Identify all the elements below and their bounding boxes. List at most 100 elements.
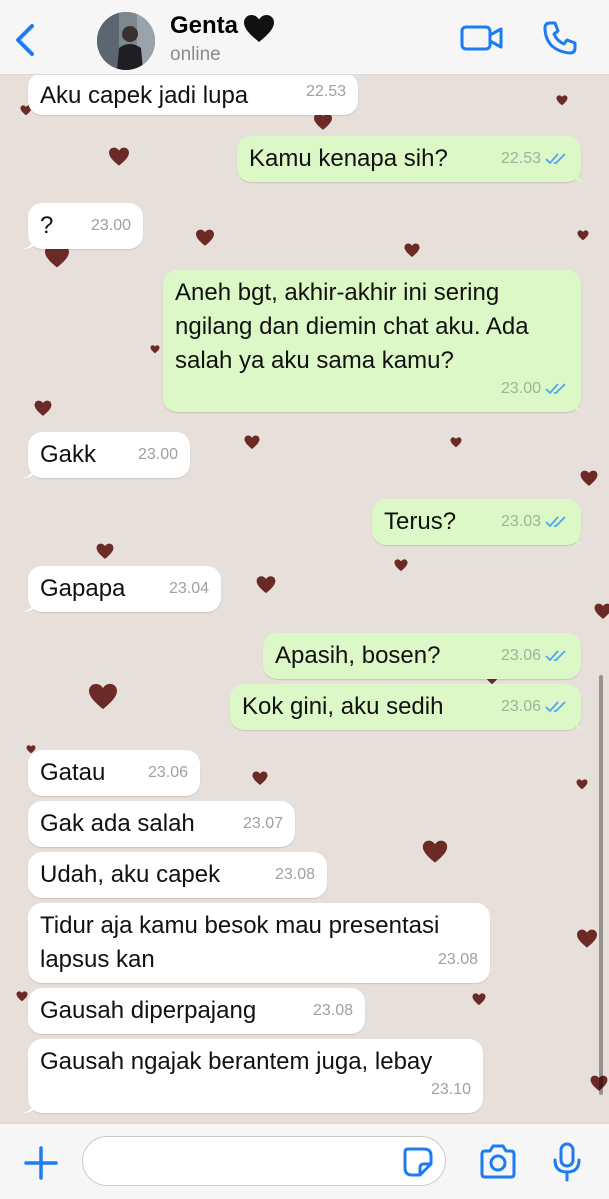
wallpaper-heart-icon [150, 345, 160, 354]
message-text: Tidur aja kamu besok mau presentasi laps… [40, 912, 440, 973]
chat-scrollbar[interactable] [599, 675, 603, 1095]
chat-message-list[interactable]: Aku capek jadi lupa 22.53 Kamu kenapa si… [0, 75, 609, 1123]
wallpaper-heart-icon [556, 95, 568, 106]
contact-avatar[interactable] [97, 12, 155, 70]
wallpaper-heart-icon [422, 840, 448, 863]
read-ticks-icon [545, 516, 566, 528]
wallpaper-heart-icon [576, 779, 588, 790]
message-time: 22.53 [500, 150, 541, 167]
bubble-tail [22, 1097, 36, 1113]
message-meta: 23.00 [138, 438, 178, 472]
message-time: 23.06 [147, 764, 188, 781]
message-time: 22.53 [305, 83, 346, 100]
wallpaper-heart-icon [256, 576, 276, 594]
bubble-tail [573, 396, 587, 412]
wallpaper-heart-icon [109, 147, 129, 166]
message-bubble-outgoing[interactable]: Kok gini, aku sedih 23.06 [230, 684, 587, 730]
message-time: 23.03 [500, 513, 541, 530]
message-meta: 22.53 [306, 75, 346, 109]
wallpaper-heart-icon [580, 470, 598, 486]
message-time: 23.08 [312, 1002, 353, 1019]
bubble-tail [573, 529, 587, 545]
bubble-tail [573, 166, 587, 182]
message-time: 23.04 [168, 580, 209, 597]
contact-name[interactable]: Genta [170, 12, 238, 40]
message-bubble-incoming[interactable]: Gatau 23.06 [28, 750, 200, 796]
bubble-tail [22, 596, 36, 612]
message-bubble-incoming[interactable]: Gak ada salah 23.07 [28, 801, 295, 847]
plus-icon[interactable] [22, 1144, 60, 1182]
message-time: 23.00 [500, 380, 541, 397]
wallpaper-heart-icon [252, 771, 268, 785]
bubble-tail [573, 714, 587, 730]
message-text: Aku capek jadi lupa [40, 82, 249, 109]
read-ticks-icon [545, 383, 566, 395]
message-bubble-incoming[interactable]: Gausah ngajak berantem juga, lebay 23.10 [22, 1039, 483, 1113]
message-time: 23.00 [90, 217, 131, 234]
message-time: 23.06 [500, 647, 541, 664]
bubble-tail [22, 233, 36, 249]
wallpaper-heart-icon [472, 993, 486, 1006]
message-bubble-outgoing[interactable]: Apasih, bosen? 23.06 [263, 633, 581, 679]
message-input[interactable] [82, 1136, 446, 1186]
message-bubble-outgoing[interactable]: Aneh bgt, akhir-akhir ini sering ngilang… [163, 270, 587, 412]
message-meta: 22.53 [501, 142, 569, 176]
wallpaper-heart-icon [96, 543, 114, 559]
camera-icon[interactable] [478, 1144, 518, 1180]
message-meta: 23.06 [501, 639, 569, 673]
message-text: Gausah diperpajang [40, 997, 257, 1024]
wallpaper-heart-icon [594, 603, 609, 619]
message-meta: 23.00 [91, 209, 131, 243]
message-meta: 23.04 [169, 572, 209, 606]
message-meta: 23.08 [438, 943, 478, 977]
wallpaper-heart-icon [404, 243, 420, 257]
message-text: Aneh bgt, akhir-akhir ini sering ngilang… [175, 279, 529, 374]
chat-header: Genta online [0, 0, 609, 75]
message-time: 23.07 [242, 815, 283, 832]
message-meta: 23.03 [501, 505, 569, 539]
sticker-icon[interactable] [402, 1146, 434, 1178]
message-text: Gausah ngajak berantem juga, lebay [40, 1048, 433, 1075]
back-chevron-icon[interactable] [12, 22, 40, 58]
message-time: 23.06 [500, 698, 541, 715]
wallpaper-heart-icon [244, 435, 260, 449]
message-meta: 23.08 [313, 994, 353, 1028]
composer-bar [0, 1123, 609, 1199]
bubble-tail [22, 462, 36, 478]
video-call-icon[interactable] [460, 22, 504, 54]
message-bubble-incoming[interactable]: ? 23.00 [22, 203, 143, 249]
message-meta: 23.06 [501, 690, 569, 724]
message-meta: 23.10 [431, 1073, 471, 1107]
read-ticks-icon [545, 701, 566, 713]
black-heart-icon [244, 15, 274, 42]
message-bubble-outgoing[interactable]: Kamu kenapa sih? 22.53 [237, 136, 587, 182]
message-bubble-incoming[interactable]: Gausah diperpajang 23.08 [28, 988, 365, 1034]
wallpaper-heart-icon [16, 991, 28, 1002]
wallpaper-heart-icon [89, 683, 117, 710]
message-bubble-incoming[interactable]: Gakk 23.00 [22, 432, 190, 478]
message-meta: 23.00 [501, 372, 569, 406]
wallpaper-heart-icon [196, 229, 214, 246]
contact-status: online [170, 44, 221, 65]
message-bubble-incoming[interactable]: Gapapa 23.04 [22, 566, 221, 612]
message-bubble-incoming[interactable]: Udah, aku capek 23.08 [28, 852, 327, 898]
message-bubble-outgoing[interactable]: Terus? 23.03 [372, 499, 587, 545]
read-ticks-icon [545, 650, 566, 662]
message-text: Udah, aku capek [40, 861, 221, 888]
wallpaper-heart-icon [577, 230, 589, 241]
message-bubble-incoming[interactable]: Tidur aja kamu besok mau presentasi laps… [28, 903, 490, 983]
wallpaper-heart-icon [394, 559, 408, 572]
wallpaper-heart-icon [577, 929, 597, 948]
wallpaper-heart-icon [314, 113, 332, 130]
message-bubble-incoming[interactable]: Aku capek jadi lupa 22.53 [28, 75, 358, 115]
wallpaper-heart-icon [34, 400, 52, 416]
read-ticks-icon [545, 153, 566, 165]
message-meta: 23.07 [243, 807, 283, 841]
message-meta: 23.06 [148, 756, 188, 790]
message-time: 23.10 [430, 1081, 471, 1098]
microphone-icon[interactable] [552, 1142, 582, 1182]
message-meta: 23.08 [275, 858, 315, 892]
message-time: 23.08 [437, 951, 478, 968]
phone-icon[interactable] [542, 20, 578, 56]
message-time: 23.08 [274, 866, 315, 883]
